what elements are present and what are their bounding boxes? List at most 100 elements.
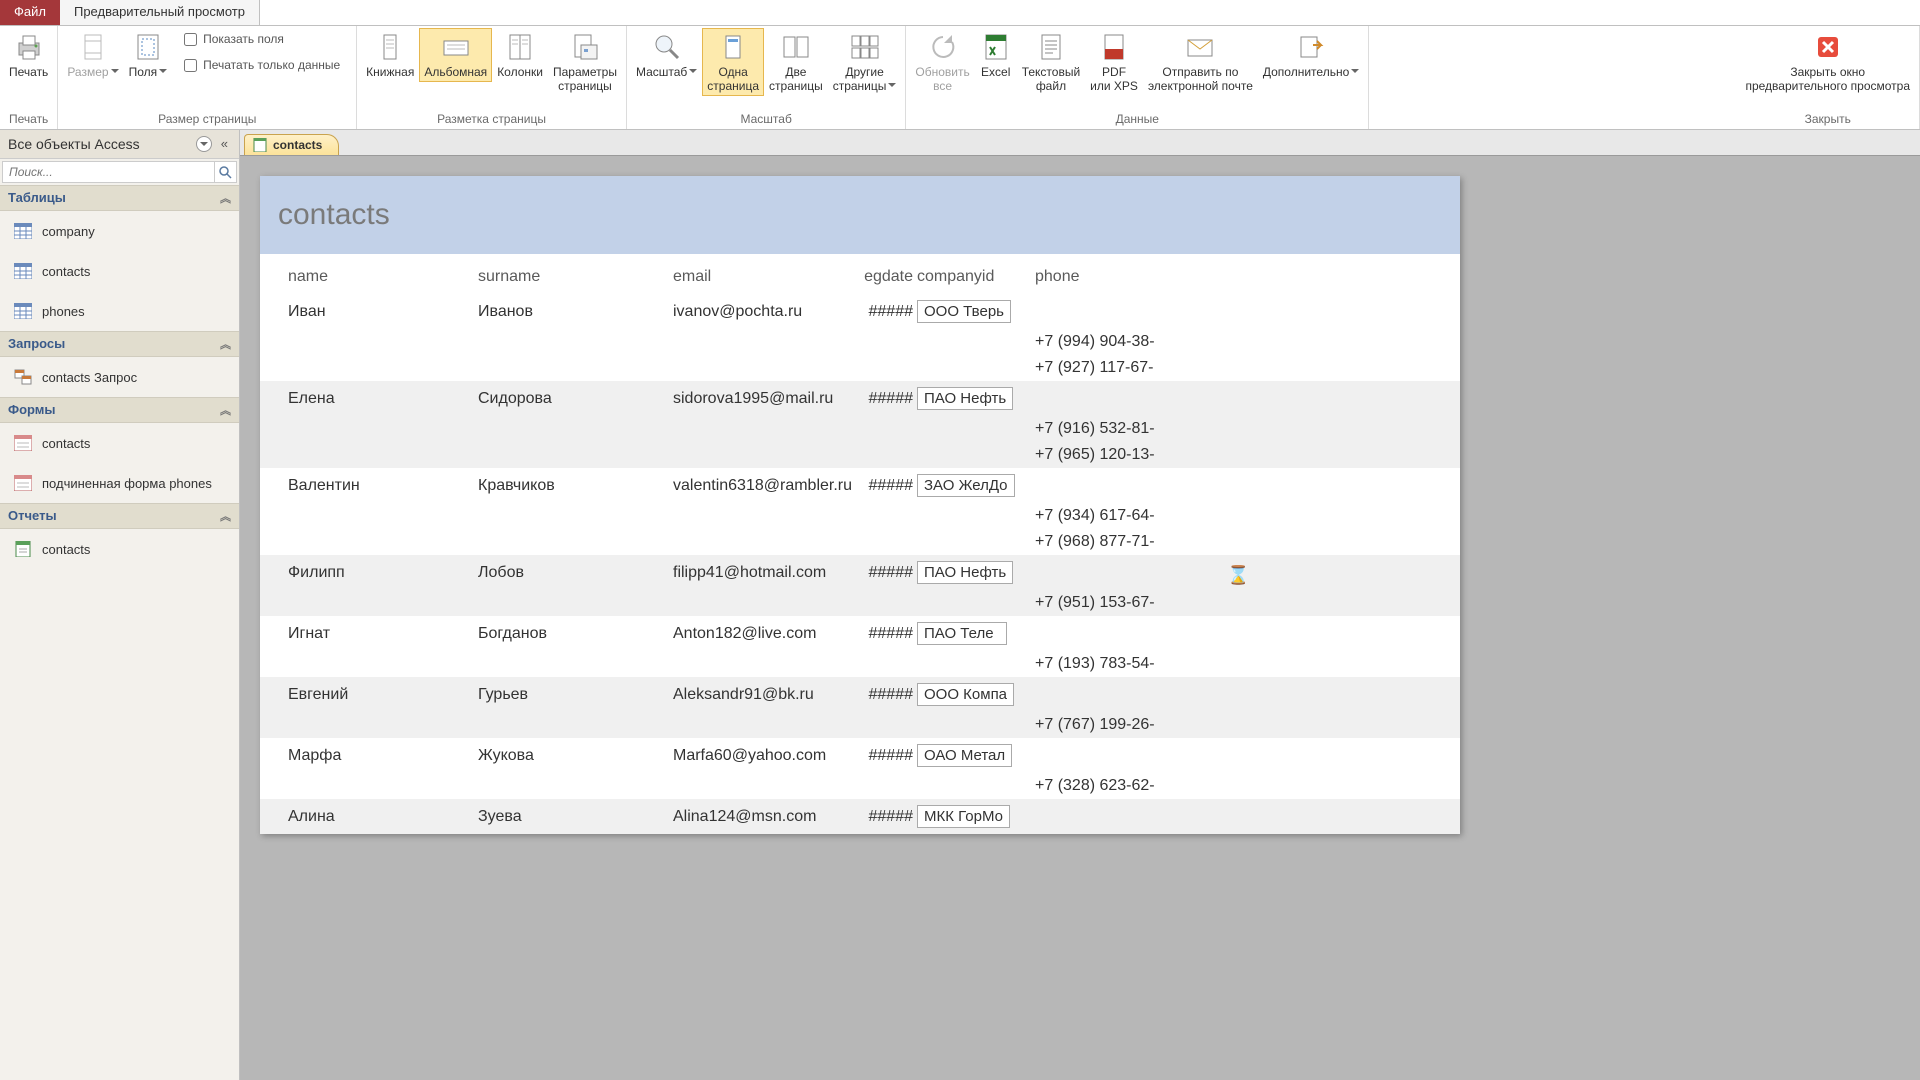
report-phone-row: +7 (968) 877-71- bbox=[260, 529, 1460, 555]
report-row: ИгнатБогдановAnton182@live.com#####ПАО Т… bbox=[260, 616, 1460, 651]
zoom-group-label: Масштаб bbox=[631, 110, 901, 129]
margins-button[interactable]: Поля bbox=[124, 28, 173, 82]
landscape-button[interactable]: Альбомная bbox=[419, 28, 492, 82]
nav-section-forms[interactable]: Формы︽ bbox=[0, 397, 239, 423]
refresh-all-button[interactable]: Обновить все bbox=[910, 28, 974, 96]
report-title: contacts bbox=[278, 198, 1442, 232]
cell-name: Игнат bbox=[288, 625, 478, 643]
page-size-group-label: Размер страницы bbox=[62, 110, 352, 129]
margins-icon bbox=[132, 31, 164, 63]
cell-phone: +7 (927) 117-67- bbox=[1035, 359, 1153, 377]
print-button[interactable]: Печать bbox=[4, 28, 53, 82]
nav-item-contacts-form[interactable]: contacts bbox=[0, 423, 239, 463]
columns-button[interactable]: Колонки bbox=[492, 28, 548, 82]
close-group-label: Закрыть bbox=[1740, 110, 1915, 129]
more-pages-button[interactable]: Другие страницы bbox=[828, 28, 902, 96]
print-data-only-checkbox[interactable]: Печатать только данные bbox=[178, 54, 346, 76]
cell-phone: +7 (965) 120-13- bbox=[1035, 446, 1155, 464]
nav-item-company[interactable]: company bbox=[0, 211, 239, 251]
nav-item-contacts-table[interactable]: contacts bbox=[0, 251, 239, 291]
excel-button[interactable]: Excel bbox=[975, 28, 1017, 82]
nav-pane-header[interactable]: Все объекты Access « bbox=[0, 130, 239, 159]
two-pages-button[interactable]: Две страницы bbox=[764, 28, 828, 96]
cell-surname: Жукова bbox=[478, 747, 673, 765]
nav-item-contacts-query[interactable]: contacts Запрос bbox=[0, 357, 239, 397]
portrait-button[interactable]: Книжная bbox=[361, 28, 419, 82]
text-file-button[interactable]: Текстовый файл bbox=[1017, 28, 1085, 96]
page-setup-button[interactable]: Параметры страницы bbox=[548, 28, 622, 96]
cell-surname: Гурьев bbox=[478, 686, 673, 704]
file-tab[interactable]: Файл bbox=[0, 0, 60, 25]
report-row: ВалентинКравчиковvalentin6318@rambler.ru… bbox=[260, 468, 1460, 503]
cell-email: valentin6318@rambler.ru bbox=[673, 477, 863, 495]
pdf-xps-button[interactable]: PDF или XPS bbox=[1085, 28, 1143, 96]
query-icon bbox=[14, 369, 32, 385]
nav-item-phones-subform[interactable]: подчиненная форма phones bbox=[0, 463, 239, 503]
print-group-label: Печать bbox=[4, 110, 53, 129]
form-icon bbox=[14, 475, 32, 491]
cell-company: ПАО Нефть bbox=[913, 387, 1035, 410]
show-fields-checkbox[interactable]: Показать поля bbox=[178, 28, 346, 50]
more-export-icon bbox=[1295, 31, 1327, 63]
printer-icon bbox=[13, 31, 45, 63]
cell-company: ПАО Нефть bbox=[913, 561, 1035, 584]
page-size-icon bbox=[77, 31, 109, 63]
nav-section-queries[interactable]: Запросы︽ bbox=[0, 331, 239, 357]
two-pages-icon bbox=[780, 31, 812, 63]
more-export-button[interactable]: Дополнительно bbox=[1258, 28, 1364, 82]
table-icon bbox=[14, 223, 32, 239]
zoom-button[interactable]: Масштаб bbox=[631, 28, 702, 82]
cell-regdate: ##### bbox=[863, 477, 913, 495]
refresh-icon bbox=[927, 31, 959, 63]
report-phone-row: +7 (951) 153-67- bbox=[260, 590, 1460, 616]
cell-email: Aleksandr91@bk.ru bbox=[673, 686, 863, 704]
cell-email: ivanov@pochta.ru bbox=[673, 303, 863, 321]
nav-search-icon[interactable] bbox=[214, 162, 236, 182]
form-icon bbox=[14, 435, 32, 451]
size-button[interactable]: Размер bbox=[62, 28, 123, 82]
nav-filter-dropdown-icon[interactable] bbox=[196, 136, 212, 152]
cell-name: Евгений bbox=[288, 686, 478, 704]
cell-name: Валентин bbox=[288, 477, 478, 495]
nav-item-contacts-report[interactable]: contacts bbox=[0, 529, 239, 569]
text-file-icon bbox=[1035, 31, 1067, 63]
excel-icon bbox=[980, 31, 1012, 63]
landscape-icon bbox=[440, 31, 472, 63]
close-preview-button[interactable]: Закрыть окно предварительного просмотра bbox=[1740, 28, 1915, 96]
cell-regdate: ##### bbox=[863, 390, 913, 408]
collapse-icon: ︽ bbox=[220, 336, 231, 352]
table-icon bbox=[14, 303, 32, 319]
cell-name: Алина bbox=[288, 808, 478, 826]
preview-surface[interactable]: contacts name surname email egdate compa… bbox=[240, 156, 1920, 1080]
nav-search-input[interactable] bbox=[3, 162, 214, 182]
cell-surname: Сидорова bbox=[478, 390, 673, 408]
nav-search bbox=[2, 161, 237, 183]
nav-section-tables[interactable]: Таблицы︽ bbox=[0, 185, 239, 211]
one-page-button[interactable]: Одна страница bbox=[702, 28, 764, 96]
cell-regdate: ##### bbox=[863, 747, 913, 765]
report-phone-row: +7 (767) 199-26- bbox=[260, 712, 1460, 738]
email-icon bbox=[1184, 31, 1216, 63]
navigation-pane: Все объекты Access « Таблицы︽ company co… bbox=[0, 130, 240, 1080]
email-button[interactable]: Отправить по электронной почте bbox=[1143, 28, 1258, 96]
collapse-icon: ︽ bbox=[220, 402, 231, 418]
report-icon bbox=[14, 541, 32, 557]
cell-name: Марфа bbox=[288, 747, 478, 765]
collapse-icon: ︽ bbox=[220, 190, 231, 206]
doc-tab-contacts[interactable]: contacts bbox=[244, 134, 339, 155]
zoom-icon bbox=[651, 31, 683, 63]
cell-email: Alina124@msn.com bbox=[673, 808, 863, 826]
report-phone-row: +7 (965) 120-13- bbox=[260, 442, 1460, 468]
cell-email: filipp41@hotmail.com bbox=[673, 564, 863, 582]
cell-regdate: ##### bbox=[863, 686, 913, 704]
report-row: МарфаЖуковаMarfa60@yahoo.com#####ОАО Мет… bbox=[260, 738, 1460, 773]
nav-collapse-icon[interactable]: « bbox=[218, 136, 231, 152]
nav-item-phones[interactable]: phones bbox=[0, 291, 239, 331]
cell-regdate: ##### bbox=[863, 564, 913, 582]
cell-name: Елена bbox=[288, 390, 478, 408]
print-preview-tab[interactable]: Предварительный просмотр bbox=[60, 0, 260, 25]
report-column-headers: name surname email egdate companyid phon… bbox=[260, 254, 1460, 294]
more-pages-icon bbox=[849, 31, 881, 63]
nav-section-reports[interactable]: Отчеты︽ bbox=[0, 503, 239, 529]
cell-name: Иван bbox=[288, 303, 478, 321]
